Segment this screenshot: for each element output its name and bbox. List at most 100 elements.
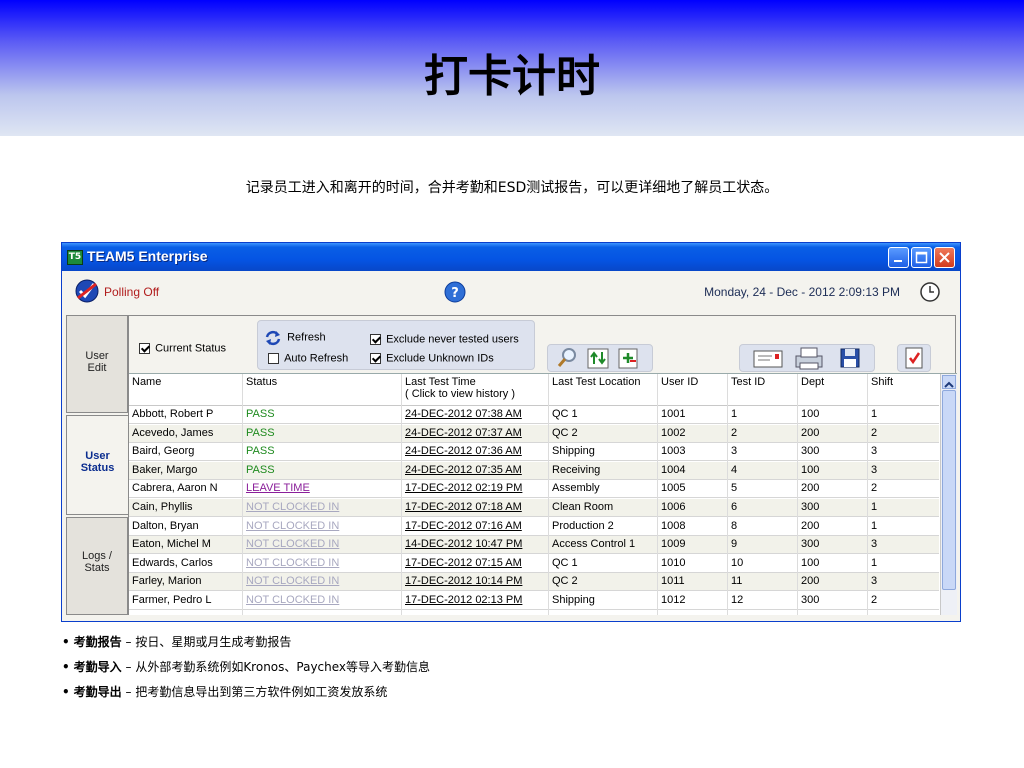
cell-loc: QC 1 xyxy=(552,556,578,569)
cell-loc: Receiving xyxy=(552,463,601,476)
col-header-dept[interactable]: Dept xyxy=(801,376,824,388)
slide-title: 打卡计时 xyxy=(424,51,600,102)
bullet-head: 考勤报告 xyxy=(73,635,122,649)
slide-subtitle: 记录员工进入和离开的时间，合并考勤和ESD测试报告，可以更详细地了解员工状态。 xyxy=(245,180,779,196)
add-entry-icon[interactable] xyxy=(616,346,640,370)
col-header-shift[interactable]: Shift xyxy=(871,376,893,388)
cell-status[interactable]: NOT CLOCKED IN xyxy=(246,575,398,587)
polling-status[interactable]: Polling Off xyxy=(104,285,159,299)
bullet-text: – 从外部考勤系统例如Kronos、Paychex等导入考勤信息 xyxy=(121,660,431,674)
cell-status[interactable]: NOT CLOCKED IN xyxy=(246,557,398,569)
vertical-scrollbar[interactable] xyxy=(940,374,957,615)
checkbox-icon xyxy=(370,334,381,345)
col-header-status[interactable]: Status xyxy=(246,376,277,388)
cell-uid: 1001 xyxy=(661,408,686,420)
cell-tid: 8 xyxy=(731,519,738,532)
cell-time[interactable]: 17-DEC-2012 02:13 PM xyxy=(405,594,545,606)
cell-name: Baird, Georg xyxy=(132,445,195,458)
col-header-location[interactable]: Last Test Location xyxy=(552,376,640,388)
cell-tid: 10 xyxy=(731,556,744,569)
window-titlebar[interactable]: T5 TEAM5 Enterprise xyxy=(62,243,960,271)
cell-status[interactable]: LEAVE TIME xyxy=(246,482,398,494)
cell-time[interactable]: 24-DEC-2012 07:36 AM xyxy=(405,445,545,457)
minimize-button[interactable] xyxy=(888,247,909,268)
nav-tab-logs-stats[interactable]: Logs / Stats xyxy=(66,517,128,615)
col-header-user-id[interactable]: User ID xyxy=(661,376,698,388)
col-header-test-id[interactable]: Test ID xyxy=(731,376,765,388)
help-icon[interactable]: ? xyxy=(444,281,466,303)
table-row[interactable]: Baird, Georg PASS 24-DEC-2012 07:36 AM Ship… xyxy=(129,443,939,462)
nav-label: Status xyxy=(80,462,115,474)
auto-refresh-checkbox[interactable]: Auto Refresh xyxy=(268,348,348,367)
report-icon[interactable] xyxy=(902,346,926,370)
cell-status[interactable]: PASS xyxy=(246,464,398,476)
cell-shift: 1 xyxy=(871,556,878,569)
status-panel: Current Status Refresh Auto Refresh Excl… xyxy=(128,315,957,615)
cell-dept: 200 xyxy=(801,575,820,588)
cell-tid: 4 xyxy=(731,463,738,476)
scroll-thumb[interactable] xyxy=(942,390,956,590)
bullet-dot-icon: • xyxy=(62,635,70,649)
table-row[interactable]: Abbott, Robert P PASS 24-DEC-2012 07:38 AM… xyxy=(129,406,939,424)
cell-name: Cain, Phyllis xyxy=(132,501,193,513)
sort-icon[interactable] xyxy=(586,346,610,370)
current-status-checkbox[interactable]: Current Status xyxy=(139,338,226,357)
col-header-last-test-time[interactable]: Last Test Time ( Click to view history ) xyxy=(405,376,515,400)
column-divider xyxy=(548,374,549,615)
table-row[interactable]: Cain, Phyllis NOT CLOCKED IN 17-DEC-2012 0… xyxy=(129,499,939,517)
table-row[interactable]: Farmer, Pedro L NOT CLOCKED IN 17-DEC-2012… xyxy=(129,592,939,610)
cell-status[interactable]: PASS xyxy=(246,445,398,457)
cell-tid: 11 xyxy=(731,575,743,588)
cell-time[interactable]: 17-DEC-2012 10:14 PM xyxy=(405,575,545,587)
refresh-label: Refresh xyxy=(287,331,326,344)
col-header-name[interactable]: Name xyxy=(132,376,161,388)
left-nav: User Edit User Status Logs / Stats xyxy=(66,315,128,615)
save-icon[interactable] xyxy=(838,346,862,370)
cell-status[interactable]: NOT CLOCKED IN xyxy=(246,594,398,606)
window-title: TEAM5 Enterprise xyxy=(87,248,208,264)
cell-status[interactable]: NOT CLOCKED IN xyxy=(246,520,398,532)
checkbox-icon xyxy=(268,353,279,364)
refresh-button[interactable]: Refresh xyxy=(264,327,326,346)
nav-tab-user-status[interactable]: User Status xyxy=(66,415,128,515)
bullet-item: • 考勤导出 – 把考勤信息导出到第三方软件例如工资发放系统 xyxy=(62,683,387,700)
cell-uid: 1004 xyxy=(661,463,686,476)
cell-status[interactable]: NOT CLOCKED IN xyxy=(246,501,398,513)
column-divider xyxy=(797,374,798,615)
cell-time[interactable]: 17-DEC-2012 02:19 PM xyxy=(405,482,545,494)
exclude-unknown-ids-checkbox[interactable]: Exclude Unknown IDs xyxy=(370,348,494,367)
table-row[interactable]: Baker, Margo PASS 24-DEC-2012 07:35 AM Rece… xyxy=(129,461,939,480)
table-row[interactable]: Farley, Marion NOT CLOCKED IN 17-DEC-2012 … xyxy=(129,573,939,592)
polling-icon[interactable] xyxy=(74,278,100,304)
cell-status[interactable]: PASS xyxy=(246,427,398,439)
email-icon[interactable] xyxy=(752,346,784,370)
cell-time[interactable]: 17-DEC-2012 07:16 AM xyxy=(405,520,545,532)
cell-time[interactable]: 17-DEC-2012 07:15 AM xyxy=(405,557,545,569)
search-icon[interactable] xyxy=(556,346,580,370)
cell-loc: QC 2 xyxy=(552,426,578,439)
scroll-up-button[interactable] xyxy=(942,375,956,389)
cell-tid: 9 xyxy=(731,538,738,551)
close-button[interactable] xyxy=(934,247,955,268)
cell-shift: 2 xyxy=(871,594,878,606)
cell-dept: 100 xyxy=(801,408,820,420)
cell-uid: 1009 xyxy=(661,538,686,551)
exclude-never-tested-checkbox[interactable]: Exclude never tested users xyxy=(370,329,519,348)
table-row[interactable]: Eaton, Michel M NOT CLOCKED IN 14-DEC-2012… xyxy=(129,536,939,555)
cell-status[interactable]: NOT CLOCKED IN xyxy=(246,538,398,550)
print-icon[interactable] xyxy=(792,346,826,370)
cell-time[interactable]: 17-DEC-2012 07:18 AM xyxy=(405,501,545,513)
cell-dept: 100 xyxy=(801,556,820,569)
cell-status[interactable]: PASS xyxy=(246,408,398,420)
table-row[interactable]: Dalton, Bryan NOT CLOCKED IN 17-DEC-2012 0… xyxy=(129,518,939,536)
cell-time[interactable]: 24-DEC-2012 07:38 AM xyxy=(405,408,545,420)
checkbox-label: Current Status xyxy=(155,342,227,355)
cell-time[interactable]: 24-DEC-2012 07:35 AM xyxy=(405,464,545,476)
table-row[interactable]: Acevedo, James PASS 24-DEC-2012 07:37 AM QC… xyxy=(129,424,939,443)
cell-time[interactable]: 14-DEC-2012 10:47 PM xyxy=(405,538,545,550)
table-row[interactable]: Cabrera, Aaron N LEAVE TIME 17-DEC-2012 02… xyxy=(129,480,939,499)
nav-tab-user-edit[interactable]: User Edit xyxy=(66,315,128,413)
cell-time[interactable]: 24-DEC-2012 07:37 AM xyxy=(405,427,545,439)
table-row[interactable]: Edwards, Carlos NOT CLOCKED IN 17-DEC-2012… xyxy=(129,555,939,573)
maximize-button[interactable] xyxy=(911,247,932,268)
